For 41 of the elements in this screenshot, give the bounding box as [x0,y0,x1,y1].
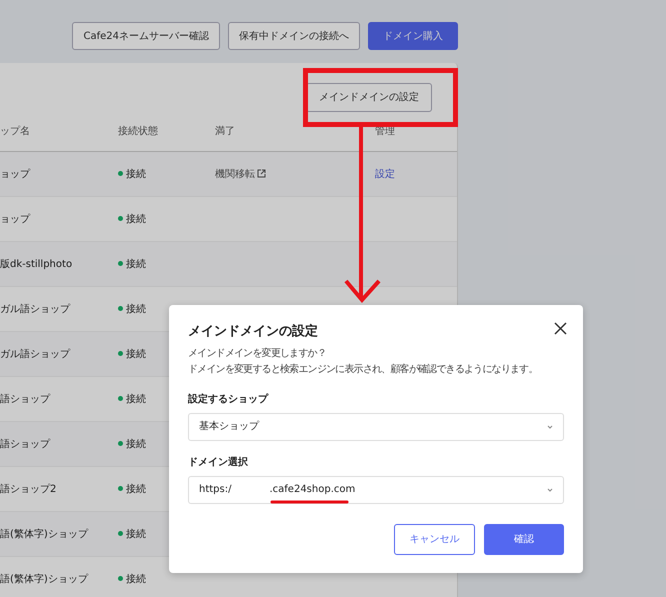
toolbar-button[interactable]: 保有中ドメインの接続へ [228,22,360,50]
modal-title: メインドメインの設定 [188,322,318,341]
column-header: ップ名 [0,124,31,139]
status-text: 接続 [126,258,146,270]
select-field[interactable]: https:/ .cafe24shop.com [188,476,564,504]
shop-name: 語(繁体字)ショップ [0,572,90,586]
chevron-down-icon [547,424,553,428]
field-label: 設定するショップ [188,392,270,406]
status-text: 接続 [126,394,146,404]
shop-name: 語ショップ [0,438,52,452]
shop-name: ョップ [0,168,32,182]
column-header: 満了 [215,124,236,139]
status-text: 接続 [126,168,146,180]
shop-name: 版dk-stillphoto [0,258,74,272]
transfer-link[interactable]: 機関移転 [215,168,255,180]
status-text: 接続 [126,214,146,224]
modal-description: メインドメインを変更しますか？ [188,346,328,360]
shop-name: 語(繁体字)ショップ [0,528,90,542]
column-header: 接続状態 [118,124,159,139]
external-link-icon [257,169,266,178]
shop-name: ガル語ショップ [0,348,72,362]
shop-name: 語ショップ [0,392,52,406]
confirm-button[interactable]: 確認 [484,524,564,554]
field-label: ドメイン選択 [188,456,249,470]
shop-name: ガル語ショップ [0,302,72,316]
status-text: 接続 [126,484,146,494]
main-domain-button[interactable]: メインドメインの設定 [306,83,432,112]
status-text: 接続 [126,304,146,314]
status-text: 接続 [126,574,146,584]
toolbar-button[interactable]: Cafe24ネームサーバー確認 [72,22,220,50]
modal-description: ドメインを変更すると検索エンジンに表示され、顧客が確認できるようになります。 [188,362,539,376]
shop-name: 語ショップ2 [0,482,58,496]
settings-link[interactable]: 設定 [375,168,395,180]
toolbar-button[interactable]: ドメイン購入 [368,22,458,50]
cancel-button[interactable]: キャンセル [394,524,475,554]
shop-name: ョップ [0,212,32,226]
status-text: 接続 [126,528,146,540]
select-field[interactable]: 基本ショップ [188,412,564,440]
status-text: 接続 [126,348,146,360]
chevron-down-icon [547,488,553,492]
status-text: 接続 [126,438,146,450]
